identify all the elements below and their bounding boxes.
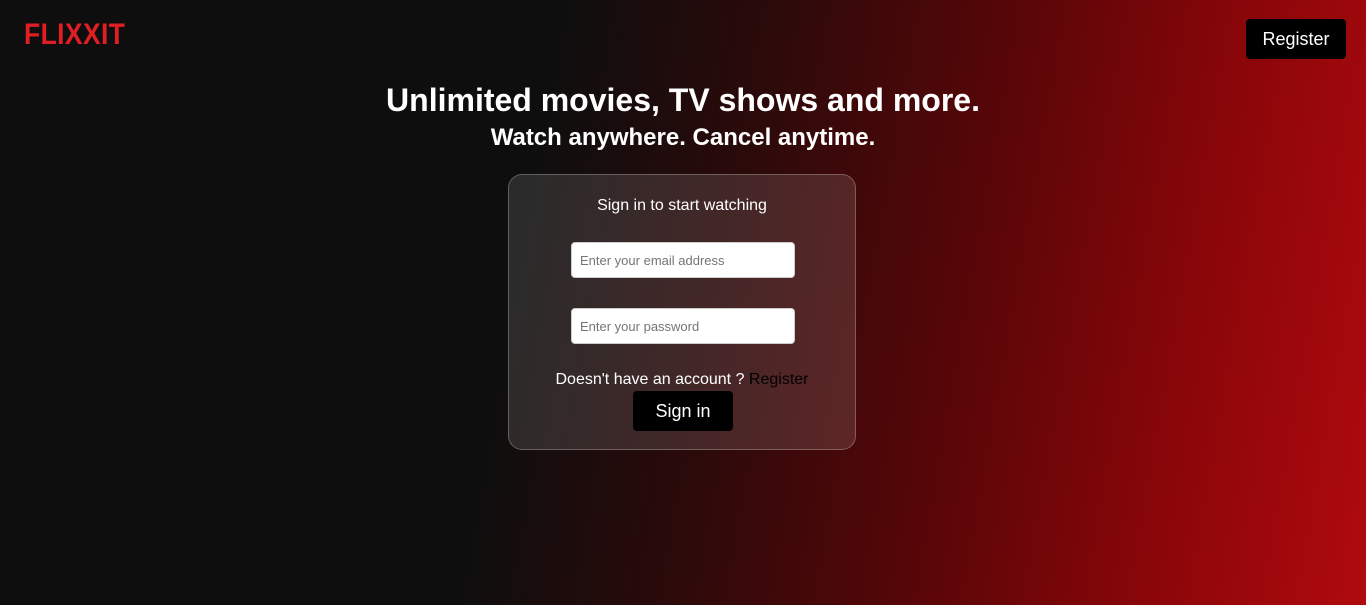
account-prompt-text: Doesn't have an account ? (555, 371, 745, 388)
hero-subtitle: Watch anywhere. Cancel anytime. (490, 124, 876, 151)
header-register-button[interactable]: Register (1246, 19, 1346, 59)
register-link[interactable]: Register (749, 371, 809, 388)
password-input[interactable] (571, 308, 795, 344)
signin-card: Sign in to start watching Doesn't have a… (508, 174, 856, 450)
signin-card-title: Sign in to start watching (597, 197, 767, 214)
email-input[interactable] (571, 242, 795, 278)
account-prompt-line: Doesn't have an account ? Register (509, 371, 855, 389)
hero-title: Unlimited movies, TV shows and more. (386, 82, 980, 118)
brand-logo[interactable]: FLIXXIT (24, 18, 125, 52)
signin-button[interactable]: Sign in (633, 391, 733, 431)
